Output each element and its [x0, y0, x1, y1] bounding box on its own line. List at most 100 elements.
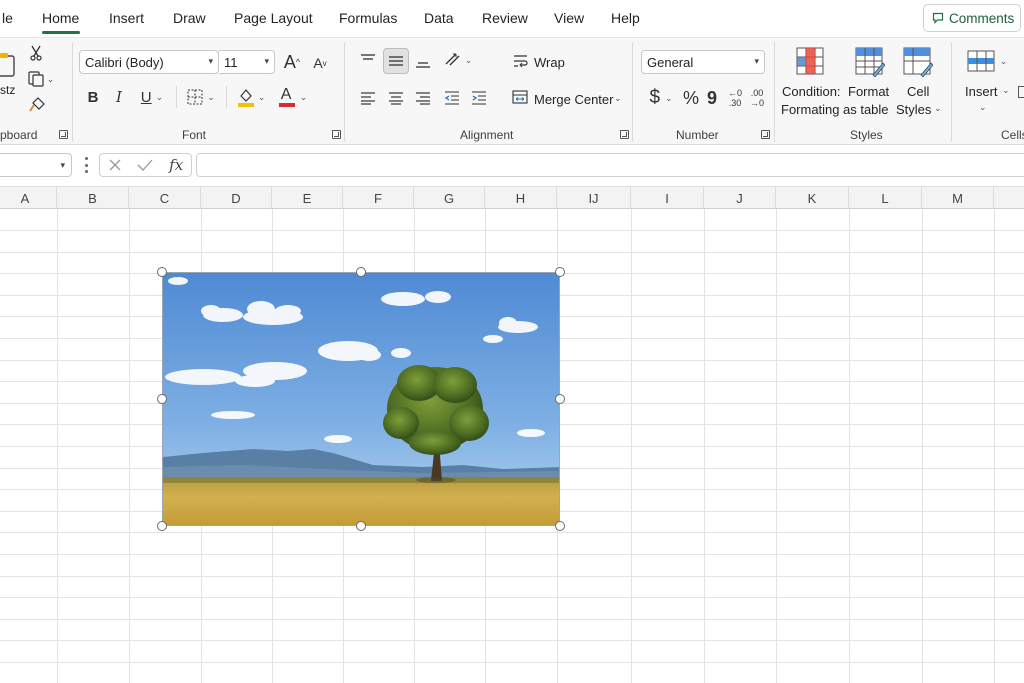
column-header[interactable]: F	[343, 187, 414, 209]
column-header[interactable]: I	[631, 187, 704, 209]
formula-input[interactable]	[196, 153, 1024, 177]
column-header[interactable]: G	[414, 187, 485, 209]
merge-center-icon[interactable]	[511, 88, 529, 106]
cell-styles-line2[interactable]: Styles	[896, 102, 931, 117]
conditional-formatting-line1[interactable]: Condition:	[782, 84, 841, 99]
underline-button[interactable]: U ⌄	[135, 87, 169, 107]
align-left-icon[interactable]	[358, 88, 378, 108]
tab-help[interactable]: Help	[611, 10, 640, 26]
cell-styles-icon[interactable]	[902, 46, 934, 78]
currency-button[interactable]: $ ⌄	[645, 86, 677, 110]
resize-handle-bottom[interactable]	[356, 521, 366, 531]
font-size-value: 11	[224, 54, 238, 70]
resize-handle-right[interactable]	[555, 394, 565, 404]
resize-handle-bottom-left[interactable]	[157, 521, 167, 531]
alignment-dialog-launcher[interactable]	[620, 130, 629, 139]
number-format-combobox[interactable]: General ▾	[641, 50, 765, 74]
italic-button[interactable]: I	[110, 87, 128, 107]
cell-styles-chevron-icon[interactable]: ⌄	[934, 103, 942, 114]
orientation-button[interactable]: ⌄	[442, 50, 474, 70]
gridline-horizontal	[0, 597, 1024, 598]
comments-button[interactable]: Comments	[923, 4, 1021, 32]
conditional-formatting-line2[interactable]: Formating	[781, 102, 840, 117]
cancel-icon[interactable]	[108, 158, 122, 172]
name-box[interactable]: ▾	[0, 153, 72, 177]
column-header[interactable]: L	[849, 187, 922, 209]
conditional-formatting-icon[interactable]	[795, 46, 825, 76]
tab-formulas[interactable]: Formulas	[339, 10, 397, 26]
column-header[interactable]: H	[485, 187, 557, 209]
column-header[interactable]: E	[272, 187, 343, 209]
column-header[interactable]: C	[129, 187, 201, 209]
align-bottom-icon[interactable]	[413, 52, 433, 72]
bold-button[interactable]: B	[84, 87, 102, 107]
insert-cells-label[interactable]: Insert	[965, 84, 998, 99]
tab-draw[interactable]: Draw	[173, 10, 206, 26]
wrap-text-icon[interactable]	[512, 52, 530, 70]
increase-indent-icon[interactable]	[469, 88, 489, 108]
clipboard-dialog-launcher[interactable]	[59, 130, 68, 139]
percent-button[interactable]: %	[681, 86, 701, 110]
align-top-icon[interactable]	[358, 50, 378, 70]
column-header[interactable]: K	[776, 187, 849, 209]
increase-font-size-icon[interactable]: A ^	[282, 51, 302, 73]
column-header[interactable]: D	[201, 187, 272, 209]
resize-handle-left[interactable]	[157, 394, 167, 404]
merge-center-label[interactable]: Merge Center	[534, 92, 613, 107]
tab-data[interactable]: Data	[424, 10, 454, 26]
resize-handle-bottom-right[interactable]	[555, 521, 565, 531]
inserted-picture[interactable]	[162, 272, 560, 526]
cell-styles-line1[interactable]: Cell	[907, 84, 929, 99]
number-dialog-launcher[interactable]	[761, 130, 770, 139]
column-header[interactable]: M	[922, 187, 994, 209]
font-color-button[interactable]: A ⌄	[276, 85, 310, 109]
column-header[interactable]: J	[704, 187, 776, 209]
comma-style-button[interactable]: 9	[705, 86, 719, 110]
resize-handle-top[interactable]	[356, 267, 366, 277]
align-middle-icon[interactable]	[383, 48, 409, 74]
borders-button[interactable]: ⌄	[184, 87, 218, 107]
delete-cells-icon[interactable]	[1018, 86, 1024, 98]
font-dialog-launcher[interactable]	[332, 130, 341, 139]
gridline-horizontal	[0, 532, 1024, 533]
resize-handle-top-left[interactable]	[157, 267, 167, 277]
format-as-table-line2[interactable]: as table	[843, 102, 889, 117]
increase-decimal-bottom: .30	[728, 98, 742, 108]
cut-icon[interactable]	[27, 44, 45, 62]
tab-view[interactable]: View	[554, 10, 584, 26]
align-center-icon[interactable]	[386, 88, 406, 108]
tab-file[interactable]: le	[2, 10, 13, 26]
comments-label: Comments	[949, 10, 1015, 26]
font-size-combobox[interactable]: 11 ▾	[219, 50, 275, 74]
fill-color-button[interactable]: ⌄	[234, 85, 268, 109]
tab-review[interactable]: Review	[482, 10, 528, 26]
paste-icon[interactable]	[0, 50, 18, 78]
merge-dropdown-chevron-icon[interactable]: ⌄	[614, 93, 622, 104]
decrease-font-size-icon[interactable]: Av	[310, 53, 330, 73]
paste-label[interactable]: stz	[0, 83, 15, 97]
format-as-table-line1[interactable]: Format	[848, 84, 889, 99]
font-name-combobox[interactable]: Calibri (Body) ▾	[79, 50, 219, 74]
tab-page-layout[interactable]: Page Layout	[234, 10, 313, 26]
tab-insert[interactable]: Insert	[109, 10, 144, 26]
tab-home[interactable]: Home	[42, 10, 79, 26]
font-name-value: Calibri (Body)	[85, 54, 164, 70]
insert-function-button[interactable]: fx	[169, 156, 183, 174]
enter-check-icon[interactable]	[137, 158, 153, 172]
column-header[interactable]: B	[57, 187, 129, 209]
insert-cells-chevron-icon[interactable]: ⌄	[1002, 85, 1010, 96]
wrap-text-label[interactable]: Wrap	[534, 55, 565, 70]
resize-handle-top-right[interactable]	[555, 267, 565, 277]
decrease-indent-icon[interactable]	[442, 88, 462, 108]
increase-decimal-button[interactable]: ←0 .30	[725, 86, 745, 110]
format-painter-icon[interactable]	[28, 96, 46, 114]
formula-bar-grip-icon[interactable]	[84, 157, 88, 173]
insert-cells-icon[interactable]: ⌄	[964, 48, 1010, 74]
format-as-table-icon[interactable]	[854, 46, 886, 78]
insert-cells-more-chevron-icon[interactable]: ⌄	[979, 102, 987, 113]
copy-icon[interactable]: ⌄	[26, 70, 56, 88]
column-header[interactable]: IJ	[557, 187, 631, 209]
decrease-decimal-button[interactable]: .00 →0	[747, 86, 767, 110]
align-right-icon[interactable]	[413, 88, 433, 108]
column-header[interactable]: A	[0, 187, 57, 209]
